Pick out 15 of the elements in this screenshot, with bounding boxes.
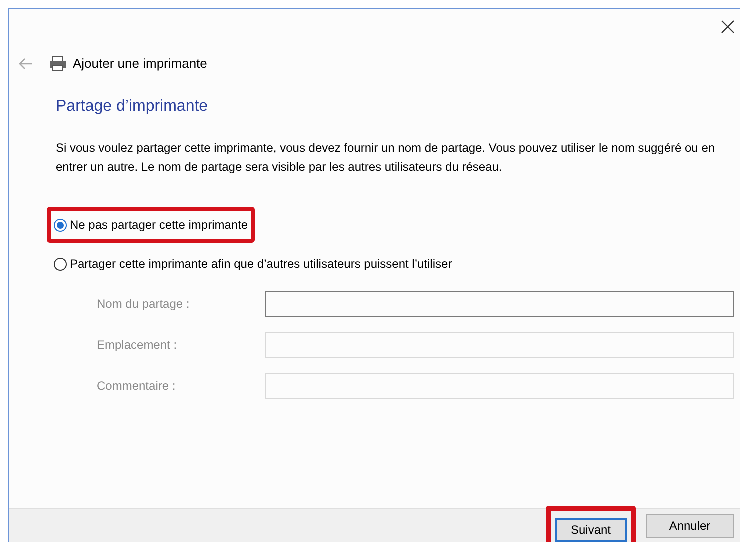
field-label: Nom du partage : [97, 296, 191, 313]
field-label: Commentaire : [97, 378, 177, 395]
dialog-button[interactable]: Suivant [555, 518, 627, 542]
page-heading: Partage d’imprimante [56, 97, 210, 117]
printer-icon [49, 56, 67, 72]
radio-option[interactable]: Partager cette imprimante afin que d’autres utilisateurs puissent l’utiliser [54, 255, 452, 273]
close-icon[interactable] [720, 19, 736, 35]
back-arrow-icon[interactable] [19, 58, 33, 70]
radio-button[interactable] [54, 218, 67, 232]
window-title: Ajouter une imprimante [73, 55, 208, 74]
radio-button[interactable] [54, 258, 67, 270]
field-label: Emplacement : [97, 337, 178, 354]
description-text: Si vous voulez partager cette imprimante, vous devez fournir un nom de partage. Vous pouvez utiliser le nom suggéré ou en entrer un autre. Le nom de partage sera visible par les autres utilisateurs du réseau. [56, 140, 716, 176]
radio-option[interactable]: Ne pas partager cette imprimante [54, 216, 248, 234]
dialog-button[interactable]: Annuler [646, 514, 734, 538]
